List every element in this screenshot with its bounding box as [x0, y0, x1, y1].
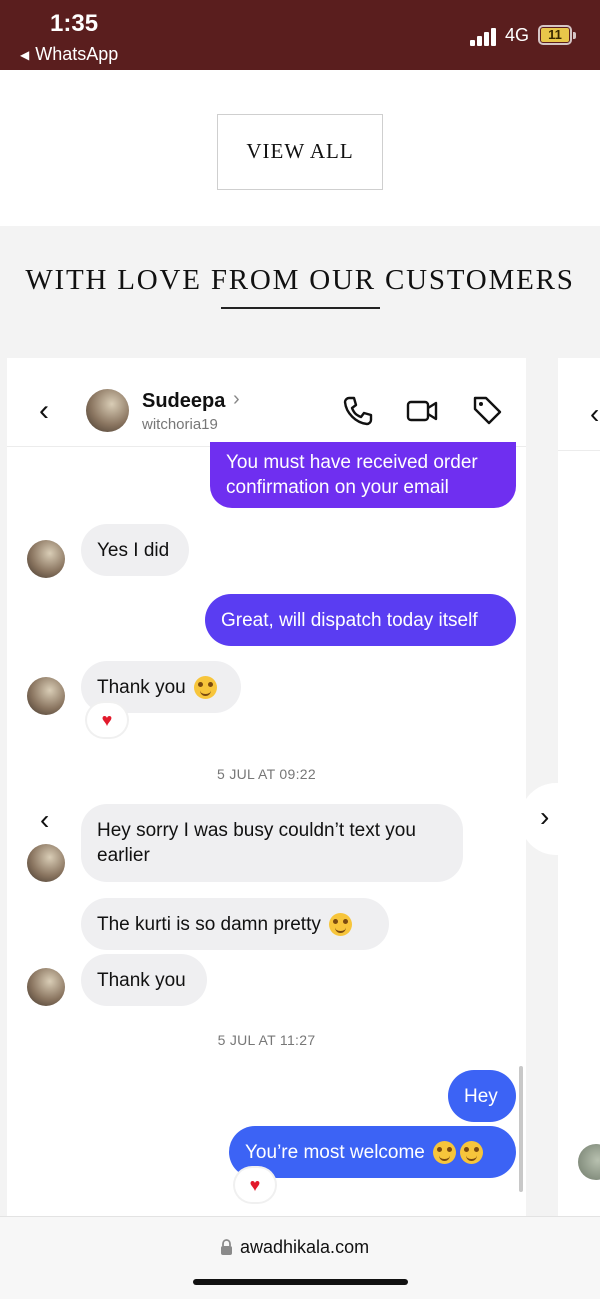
heart-reaction-icon: ♥: [235, 1168, 275, 1202]
chat-timestamp: 5 JUL AT 11:27: [217, 1032, 316, 1048]
message-text: Thank you: [97, 969, 186, 991]
browser-url-bar[interactable]: awadhikala.com: [0, 1216, 600, 1299]
phone-icon[interactable]: [341, 394, 375, 428]
star-struck-emoji: [193, 675, 217, 699]
back-triangle-icon: ◀: [20, 48, 30, 62]
message-text: The kurti is so damn pretty: [97, 913, 321, 935]
message-bubble-incoming: Thank you: [81, 954, 207, 1006]
smiling-face-emoji: [459, 1140, 483, 1164]
header-divider: [558, 450, 600, 451]
back-to-app-link[interactable]: ◀ WhatsApp: [20, 44, 118, 65]
message-bubble-incoming: Hey sorry I was busy couldn’t text you e…: [81, 804, 463, 882]
status-time: 1:35: [50, 10, 99, 37]
chevron-right-icon: ›: [540, 801, 550, 832]
profile-chevron-icon: ›: [233, 388, 240, 410]
home-indicator[interactable]: [193, 1279, 408, 1285]
battery-level: 11: [541, 28, 569, 42]
sender-avatar: [27, 677, 65, 715]
message-bubble-outgoing: You must have received order confirmatio…: [210, 442, 516, 508]
smiling-face-emoji: [432, 1140, 456, 1164]
back-chevron-icon: ‹: [590, 398, 600, 429]
testimonial-card: ‹ Sudeepa › witchoria19 You must have re…: [7, 358, 526, 1216]
message-bubble-outgoing: Hey: [448, 1070, 516, 1122]
message-bubble-outgoing: Great, will dispatch today itself: [205, 594, 516, 646]
view-all-button[interactable]: VIEW ALL: [217, 114, 383, 190]
heart-reaction-icon: ♥: [87, 703, 127, 737]
url-text: awadhikala.com: [240, 1237, 370, 1257]
contact-handle: witchoria19: [142, 416, 218, 433]
network-type: 4G: [505, 25, 530, 45]
message-bubble-incoming: Yes I did: [81, 524, 189, 576]
back-chevron-icon[interactable]: ‹: [39, 394, 49, 428]
lock-icon: [221, 1239, 232, 1255]
back-app-label: WhatsApp: [35, 44, 119, 64]
testimonials-section: WITH LOVE FROM OUR CUSTOMERS ‹ Sudeepa ›…: [0, 226, 600, 1216]
chat-timestamp: 5 JUL AT 09:22: [217, 766, 316, 782]
message-text: Thank you: [97, 676, 186, 698]
carousel-prev-button[interactable]: ‹: [40, 804, 49, 836]
message-text: Hey: [464, 1085, 498, 1107]
tag-icon[interactable]: [470, 393, 504, 427]
message-text: Hey sorry I was busy couldn’t text you e…: [97, 820, 416, 866]
status-bar: 1:35 ◀ WhatsApp 4G 11: [0, 0, 600, 70]
sender-avatar: [27, 540, 65, 578]
message-text: You must have received order confirmatio…: [226, 452, 478, 498]
contact-name: Sudeepa: [142, 390, 226, 412]
message-text: Yes I did: [97, 539, 170, 561]
sender-avatar: [27, 844, 65, 882]
sender-avatar: [578, 1144, 600, 1180]
message-bubble-outgoing: You’re most welcome: [229, 1126, 516, 1178]
contact-avatar: [86, 389, 129, 432]
battery-nub: [573, 32, 576, 39]
chat-scrollbar[interactable]: [519, 1066, 523, 1192]
video-camera-icon[interactable]: [405, 394, 439, 428]
message-text: You’re most welcome: [245, 1141, 425, 1163]
title-underline: [221, 307, 380, 309]
carousel-next-button[interactable]: ›: [520, 783, 600, 855]
section-title: WITH LOVE FROM OUR CUSTOMERS: [25, 264, 575, 296]
sender-avatar: [27, 968, 65, 1006]
signal-strength-icon: [470, 26, 498, 46]
battery-icon: 11: [538, 25, 572, 45]
message-text: Great, will dispatch today itself: [221, 609, 478, 631]
star-struck-emoji: [328, 912, 352, 936]
message-bubble-incoming: The kurti is so damn pretty: [81, 898, 389, 950]
